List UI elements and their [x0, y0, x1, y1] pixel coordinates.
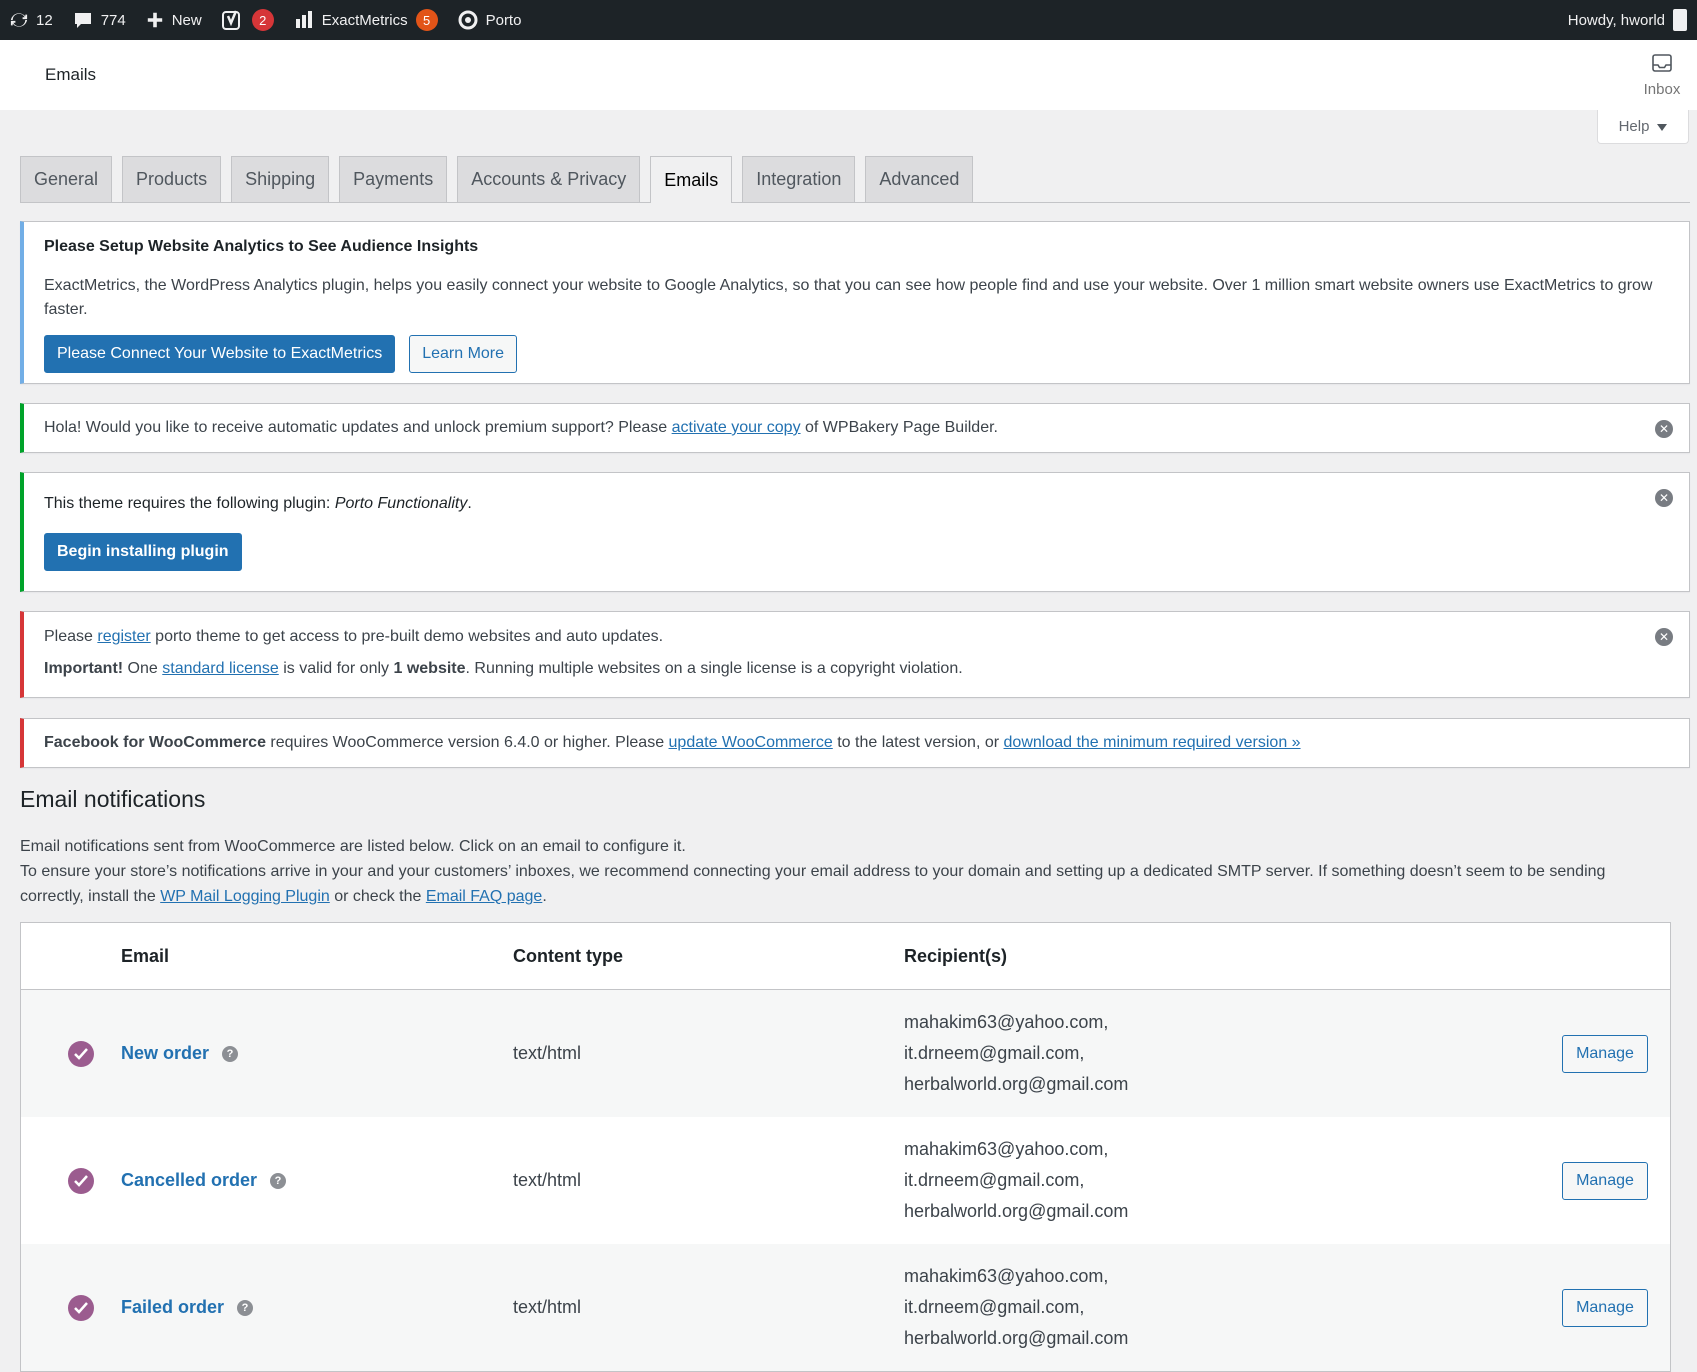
download-minimum-version-link[interactable]: download the minimum required version »	[1004, 734, 1301, 751]
exactmetrics-label: ExactMetrics	[321, 11, 408, 29]
content-type: text/html	[513, 1170, 582, 1190]
enabled-check-icon	[68, 1294, 94, 1321]
caret-down-icon	[1657, 118, 1668, 135]
update-woocommerce-link[interactable]: update WooCommerce	[669, 734, 833, 751]
help-tab-button[interactable]: Help	[1597, 110, 1689, 144]
begin-installing-plugin-button[interactable]: Begin installing plugin	[44, 533, 242, 571]
updates-icon	[10, 11, 28, 29]
email-name-link[interactable]: Failed order	[121, 1297, 224, 1318]
learn-more-button[interactable]: Learn More	[409, 335, 518, 373]
content-type: text/html	[513, 1043, 582, 1063]
enabled-check-icon	[68, 1167, 94, 1194]
dismiss-icon[interactable]: ✕	[1655, 628, 1673, 646]
porto-label: Porto	[485, 11, 522, 29]
settings-tabs: General Products Shipping Payments Accou…	[20, 156, 1690, 203]
exactmetrics-item[interactable]: ExactMetrics 5	[284, 0, 448, 40]
yoast-badge: 2	[251, 9, 274, 31]
recipients: mahakim63@yahoo.com, it.drneem@gmail.com…	[904, 1266, 1129, 1348]
wpbakery-notice: Hola! Would you like to receive automati…	[20, 403, 1690, 453]
content-type: text/html	[513, 1297, 582, 1317]
connect-exactmetrics-button[interactable]: Please Connect Your Website to ExactMetr…	[44, 335, 396, 373]
updates-item[interactable]: 12	[0, 0, 63, 40]
plus-icon	[146, 11, 164, 29]
admin-bar: 12 774 New 2 ExactMetrics 5 Porto Howdy,…	[0, 0, 1697, 40]
porto-register-notice: Please register porto theme to get acces…	[20, 611, 1690, 698]
enabled-check-icon	[68, 1040, 94, 1067]
inbox-label: Inbox	[1643, 80, 1681, 98]
email-faq-link[interactable]: Email FAQ page	[426, 888, 543, 905]
table-row: Cancelled order? text/html mahakim63@yah…	[21, 1117, 1670, 1244]
license-line: Important! One standard license is valid…	[44, 660, 963, 677]
standard-license-link[interactable]: standard license	[162, 660, 279, 677]
tab-integration[interactable]: Integration	[742, 156, 856, 202]
comments-item[interactable]: 774	[63, 0, 136, 40]
exactmetrics-badge: 5	[415, 9, 438, 31]
yoast-icon	[221, 9, 244, 31]
email-notifications-table: Email Content type Recipient(s) New orde…	[20, 922, 1671, 1372]
tab-products[interactable]: Products	[122, 156, 222, 202]
dismiss-icon[interactable]: ✕	[1655, 489, 1673, 507]
facebook-notice-text: Facebook for WooCommerce requires WooCom…	[44, 734, 1301, 751]
help-question-icon[interactable]: ?	[222, 1045, 239, 1062]
bar-chart-icon	[294, 11, 314, 29]
table-header: Email Content type Recipient(s)	[21, 923, 1670, 990]
new-content-item[interactable]: New	[136, 0, 212, 40]
tab-general[interactable]: General	[20, 156, 113, 202]
email-name-link[interactable]: Cancelled order	[121, 1170, 257, 1191]
dismiss-icon[interactable]: ✕	[1655, 420, 1673, 438]
tab-accounts-privacy[interactable]: Accounts & Privacy	[457, 156, 641, 202]
updates-count: 12	[36, 11, 53, 29]
email-name-link[interactable]: New order	[121, 1043, 209, 1064]
wp-mail-logging-link[interactable]: WP Mail Logging Plugin	[160, 888, 330, 905]
my-account-item[interactable]: Howdy, hworld	[1568, 0, 1697, 40]
plugin-name: Porto Functionality	[334, 495, 468, 512]
recipients: mahakim63@yahoo.com, it.drneem@gmail.com…	[904, 1139, 1129, 1221]
yoast-item[interactable]: 2	[212, 0, 284, 40]
tab-emails[interactable]: Emails	[650, 156, 733, 203]
porto-icon	[458, 10, 478, 30]
plugin-required-text: This theme requires the following plugin…	[44, 495, 472, 512]
help-label: Help	[1618, 118, 1650, 135]
header-email: Email	[121, 945, 170, 966]
register-line: Please register porto theme to get acces…	[44, 628, 664, 645]
comments-count: 774	[100, 11, 126, 29]
tab-shipping[interactable]: Shipping	[231, 156, 330, 202]
recipients: mahakim63@yahoo.com, it.drneem@gmail.com…	[904, 1012, 1129, 1094]
notice-title: Please Setup Website Analytics to See Au…	[44, 238, 479, 255]
email-notifications-heading: Email notifications	[20, 786, 206, 812]
exactmetrics-notice: Please Setup Website Analytics to See Au…	[20, 221, 1690, 384]
tab-advanced[interactable]: Advanced	[865, 156, 974, 202]
header-recipients: Recipient(s)	[904, 945, 1008, 966]
inbox-button[interactable]: Inbox	[1627, 40, 1697, 110]
email-notifications-description: Email notifications sent from WooCommerc…	[20, 838, 1606, 905]
woocommerce-header: Emails Inbox	[0, 40, 1697, 110]
register-link[interactable]: register	[97, 628, 150, 645]
wpbakery-text: Hola! Would you like to receive automati…	[44, 419, 998, 436]
table-row: Failed order? text/html mahakim63@yahoo.…	[21, 1244, 1670, 1371]
activate-copy-link[interactable]: activate your copy	[672, 419, 801, 436]
inbox-icon	[1651, 53, 1673, 77]
help-question-icon[interactable]: ?	[270, 1172, 287, 1189]
manage-button[interactable]: Manage	[1562, 1034, 1648, 1073]
header-content-type: Content type	[513, 945, 623, 966]
manage-button[interactable]: Manage	[1562, 1161, 1648, 1200]
page-title: Emails	[45, 65, 97, 84]
howdy-text: Howdy, hworld	[1567, 11, 1665, 29]
tab-payments[interactable]: Payments	[339, 156, 448, 202]
comment-icon	[73, 10, 93, 30]
plugin-required-notice: This theme requires the following plugin…	[20, 472, 1690, 592]
porto-item[interactable]: Porto	[448, 0, 532, 40]
notice-body: ExactMetrics, the WordPress Analytics pl…	[44, 277, 1653, 318]
table-row: New order? text/html mahakim63@yahoo.com…	[21, 990, 1670, 1117]
help-question-icon[interactable]: ?	[237, 1299, 254, 1316]
new-label: New	[171, 11, 202, 29]
manage-button[interactable]: Manage	[1562, 1288, 1648, 1327]
facebook-woocommerce-notice: Facebook for WooCommerce requires WooCom…	[20, 718, 1690, 768]
avatar	[1673, 9, 1687, 31]
